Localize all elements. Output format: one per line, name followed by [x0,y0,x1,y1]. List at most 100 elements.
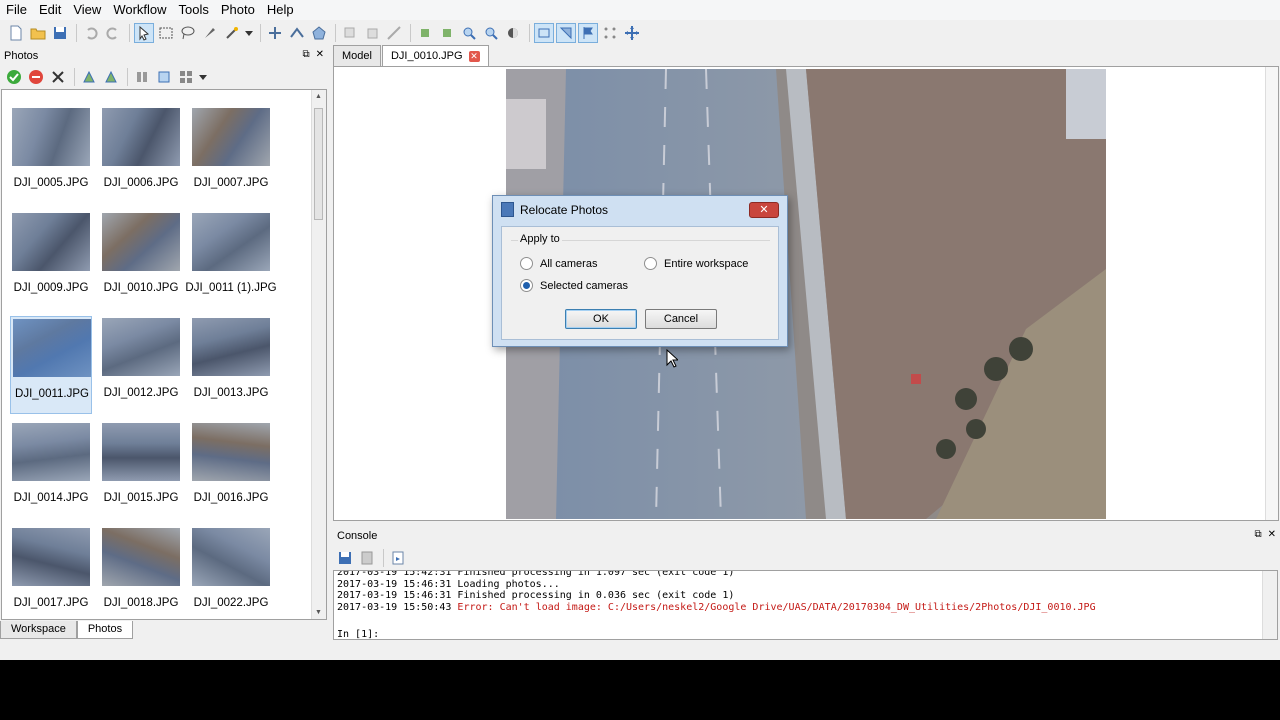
viewer-scrollbar[interactable] [1265,67,1278,520]
tab-model[interactable]: Model [333,45,381,66]
close-panel-icon[interactable]: ✕ [316,49,324,60]
copy-icon[interactable] [340,23,360,43]
photo-thumbnail[interactable]: DJI_0011 (1).JPG [185,211,277,309]
enable-cameras-icon[interactable] [4,67,24,87]
view-mode-dropdown-icon[interactable] [198,67,208,87]
document-tabs: Model DJI_0010.JPG ✕ [333,45,1280,66]
menu-view[interactable]: View [67,0,107,20]
tab-workspace[interactable]: Workspace [0,621,77,639]
ok-button[interactable]: OK [565,309,637,329]
rotate-photo-right-icon[interactable] [101,67,121,87]
thumbnail-label: DJI_0005.JPG [13,177,89,189]
float-console-icon[interactable]: ⧉ [1254,529,1261,540]
navigate-icon[interactable] [622,23,642,43]
photo-thumbnail[interactable]: DJI_0011.JPG [10,316,92,414]
add-marker-icon[interactable] [265,23,285,43]
filter-icon[interactable] [132,67,152,87]
rotate-photo-left-icon[interactable] [79,67,99,87]
photo-thumbnail[interactable]: DJI_0010.JPG [100,211,182,309]
radio-selected-cameras-label: Selected cameras [540,279,629,292]
view-mode-icon[interactable] [176,67,196,87]
radio-all-cameras[interactable]: All cameras [520,257,597,270]
float-panel-icon[interactable]: ⧉ [302,49,309,60]
photo-thumbnail[interactable]: DJI_0012.JPG [100,316,182,414]
radio-button[interactable] [644,257,657,270]
disable-cameras-icon[interactable] [26,67,46,87]
thumbnail-image [12,528,90,586]
paste-icon[interactable] [362,23,382,43]
run-script-icon[interactable] [388,548,408,568]
brush-icon[interactable] [200,23,220,43]
menu-workflow[interactable]: Workflow [107,0,172,20]
new-file-icon[interactable] [6,23,26,43]
cancel-button[interactable]: Cancel [645,309,717,329]
console-prompt[interactable]: In [1]: [337,629,379,639]
console-line: 2017-03-19 15:46:31 Finished processing … [337,590,735,602]
thumbnail-label: DJI_0011.JPG [15,388,89,400]
photo-thumbnail[interactable]: DJI_0009.JPG [10,211,92,309]
draw-polyline-icon[interactable] [287,23,307,43]
show-markers-icon[interactable] [578,23,598,43]
photo-thumbnail[interactable]: DJI_0017.JPG [10,526,92,619]
zoom-in-icon[interactable] [459,23,479,43]
radio-selected-cameras[interactable]: Selected cameras [520,279,628,292]
photo-thumbnail[interactable]: DJI_0007.JPG [190,106,272,204]
close-console-icon[interactable]: ✕ [1268,529,1276,540]
photos-panel-title: Photos [4,50,39,62]
thumbnail-image [192,318,270,376]
photo-thumbnail[interactable]: DJI_0022.JPG [190,526,272,619]
thumbnail-label: DJI_0016.JPG [193,492,269,504]
photo-thumbnail[interactable]: DJI_0016.JPG [190,421,272,519]
lasso-icon[interactable] [178,23,198,43]
rotate-right-icon[interactable] [437,23,457,43]
pointer-icon[interactable] [134,23,154,43]
clear-log-icon[interactable] [357,548,377,568]
menu-edit[interactable]: Edit [33,0,67,20]
radio-entire-workspace[interactable]: Entire workspace [644,257,748,270]
radio-button[interactable] [520,257,533,270]
show-shapes-icon[interactable] [556,23,576,43]
thumbnail-label: DJI_0012.JPG [103,387,179,399]
photo-thumbnail[interactable]: DJI_0014.JPG [10,421,92,519]
rotate-left-icon[interactable] [415,23,435,43]
console-output[interactable]: 2017-03-19 15:42:31 Finished processing … [333,570,1278,640]
show-cameras-icon[interactable] [534,23,554,43]
menu-tools[interactable]: Tools [173,0,215,20]
crop-icon[interactable] [384,23,404,43]
dialog-close-button[interactable]: ✕ [749,202,779,218]
photo-viewer[interactable] [333,66,1279,521]
redo-icon[interactable] [103,23,123,43]
rect-select-icon[interactable] [156,23,176,43]
dropdown-arrow-icon[interactable] [244,23,254,43]
scroll-up-icon[interactable]: ▲ [315,93,322,100]
open-folder-icon[interactable] [28,23,48,43]
radio-button[interactable] [520,279,533,292]
menu-photo[interactable]: Photo [215,0,261,20]
brightness-icon[interactable] [503,23,523,43]
undo-icon[interactable] [81,23,101,43]
tab-photos[interactable]: Photos [76,621,134,639]
save-icon[interactable] [50,23,70,43]
thumbnail-label: DJI_0006.JPG [103,177,179,189]
zoom-out-icon[interactable] [481,23,501,43]
photo-thumbnail[interactable]: DJI_0015.JPG [100,421,182,519]
grid-dots-icon[interactable] [600,23,620,43]
tab-photo-label: DJI_0010.JPG [390,50,463,62]
menu-file[interactable]: File [0,0,33,20]
save-log-icon[interactable] [335,548,355,568]
photo-thumbnail[interactable]: DJI_0005.JPG [10,106,92,204]
photo-thumbnail[interactable]: DJI_0018.JPG [100,526,182,619]
photo-thumbnail[interactable]: DJI_0013.JPG [190,316,272,414]
tab-photo[interactable]: DJI_0010.JPG ✕ [381,45,489,66]
photo-thumbnail[interactable]: DJI_0006.JPG [100,106,182,204]
close-tab-icon[interactable]: ✕ [468,50,480,62]
photos-scrollbar[interactable]: ▲ ▼ [311,90,326,619]
scroll-down-icon[interactable]: ▼ [315,609,322,616]
menu-help[interactable]: Help [261,0,300,20]
remove-cameras-icon[interactable] [48,67,68,87]
scrollbar-thumb[interactable] [314,108,323,220]
reset-filter-icon[interactable] [154,67,174,87]
magic-wand-icon[interactable] [222,23,242,43]
console-scrollbar[interactable] [1262,571,1277,639]
draw-polygon-icon[interactable] [309,23,329,43]
